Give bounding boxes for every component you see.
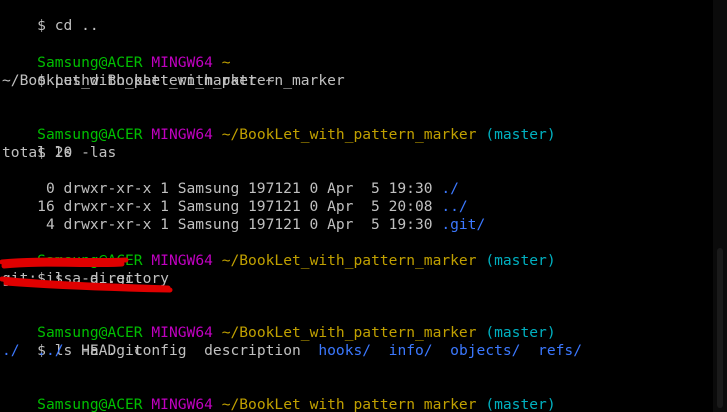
git-listing-row: ./ ../ HEAD config description hooks/ in… [2,342,582,360]
git-entry-dot: ./ [2,342,20,359]
git-entry-hooks: hooks/ [318,342,372,359]
prompt-path: ~/BookLet_with_pattern_marker [221,252,477,269]
prompt-branch: (master) [485,126,556,143]
command-line-current[interactable]: $ [2,396,46,412]
prompt-shell: MINGW64 [151,324,213,341]
scrollbar-thumb[interactable] [717,248,723,408]
prompt-user-host: Samsung@ACER [37,396,143,412]
command-text: cd .. [54,17,99,34]
git-entry-refs: refs/ [538,342,582,359]
prompt-branch: (master) [485,396,556,412]
prompt-line: Samsung@ACER MINGW64 ~ [2,36,230,71]
listing-name: .git/ [441,216,486,233]
git-entry-info: info/ [388,342,433,359]
git-entry-description: description [204,342,301,359]
prompt-path: ~/BookLet_with_pattern_marker [221,396,477,412]
prompt-line: Samsung@ACER MINGW64 ~/BookLet_with_patt… [2,306,555,341]
prompt-shell: MINGW64 [151,396,213,412]
scrollbar[interactable] [713,0,727,412]
listing-meta: 4 drwxr-xr-x 1 Samsung 197121 0 Apr 5 19… [37,216,442,233]
command-line-ls-las: $ ls -las [2,126,116,161]
prompt-line: Samsung@ACER MINGW64 ~/BookLet_with_patt… [2,108,555,143]
prompt-branch: (master) [485,252,556,269]
command-line-redacted: $ ls -a .git [2,252,142,287]
git-entry-dotdot: ../ [37,342,64,359]
prompt-line: Samsung@ACER MINGW64 ~/BookLet_with_patt… [2,378,555,412]
prompt-path: ~/BookLet_with_pattern_marker [221,126,477,143]
prompt-shell: MINGW64 [151,252,213,269]
output-total: total 20 [2,144,73,161]
git-entry-config: config [133,342,187,359]
command-line-cd: $ cd .. [2,0,99,34]
git-entry-objects: objects/ [450,342,521,359]
listing-row: 16 drwxr-xr-x 1 Samsung 197121 0 Apr 5 2… [2,180,468,215]
listing-row: 4 drwxr-xr-x 1 Samsung 197121 0 Apr 5 19… [2,198,485,233]
prompt-path: ~/BookLet_with_pattern_marker [221,324,477,341]
output-redacted: git: is a directory [2,270,169,287]
command-line-pushd: $ pushd BookLet_with_pattern_marker [2,54,345,89]
prompt-shell: MINGW64 [151,126,213,143]
terminal-window[interactable]: $ cd .. Samsung@ACER MINGW64 ~ $ pushd B… [0,0,713,412]
git-entry-head: HEAD [81,342,117,359]
prompt-branch: (master) [485,324,556,341]
prompt-symbol: $ [37,17,46,34]
output-pushd-stack: ~/BookLet_with_pattern_marker ~ [2,72,275,89]
prompt-line: Samsung@ACER MINGW64 ~/BookLet_with_patt… [2,234,555,269]
command-line-ls-a-git: $ ls -a .git [2,324,142,359]
listing-row: 0 drwxr-xr-x 1 Samsung 197121 0 Apr 5 19… [2,162,459,197]
